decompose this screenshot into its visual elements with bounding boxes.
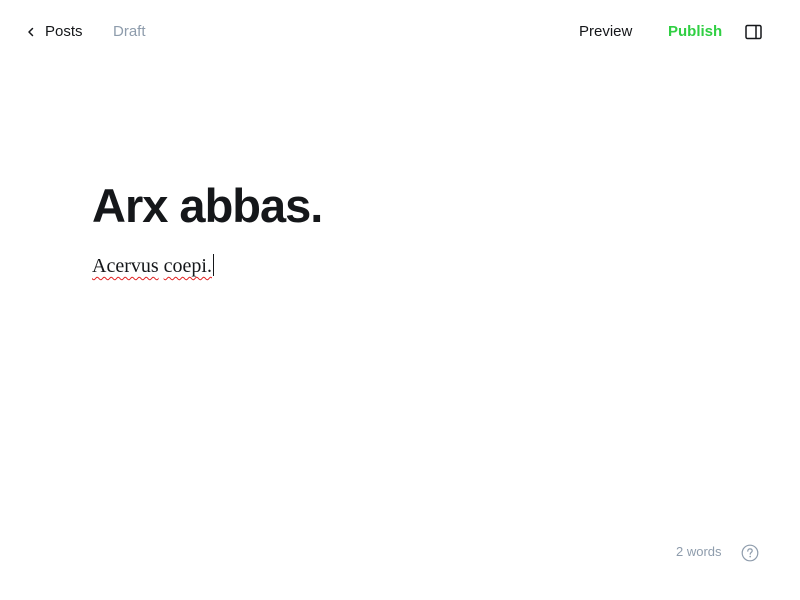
settings-sidebar-toggle[interactable] (745, 24, 763, 40)
back-to-posts-link[interactable]: Posts (26, 22, 83, 42)
publish-button[interactable]: Publish (668, 22, 722, 42)
post-title[interactable]: Arx abbas. (92, 176, 712, 236)
editor-topbar: Posts Draft Preview Publish (0, 0, 800, 64)
misspelled-word: coepi. (163, 255, 212, 277)
help-button[interactable] (741, 544, 759, 562)
back-link-label: Posts (45, 23, 83, 40)
preview-button[interactable]: Preview (579, 22, 632, 42)
text-caret (212, 254, 214, 276)
misspelled-word: Acervus (92, 255, 159, 277)
chevron-left-icon (28, 27, 34, 37)
sidebar-panel-icon (745, 24, 762, 40)
question-mark-icon (741, 544, 759, 562)
post-status: Draft (113, 23, 146, 40)
post-body-editor[interactable]: Acervus coepi. (92, 252, 712, 280)
word-count: 2 words (676, 544, 722, 559)
